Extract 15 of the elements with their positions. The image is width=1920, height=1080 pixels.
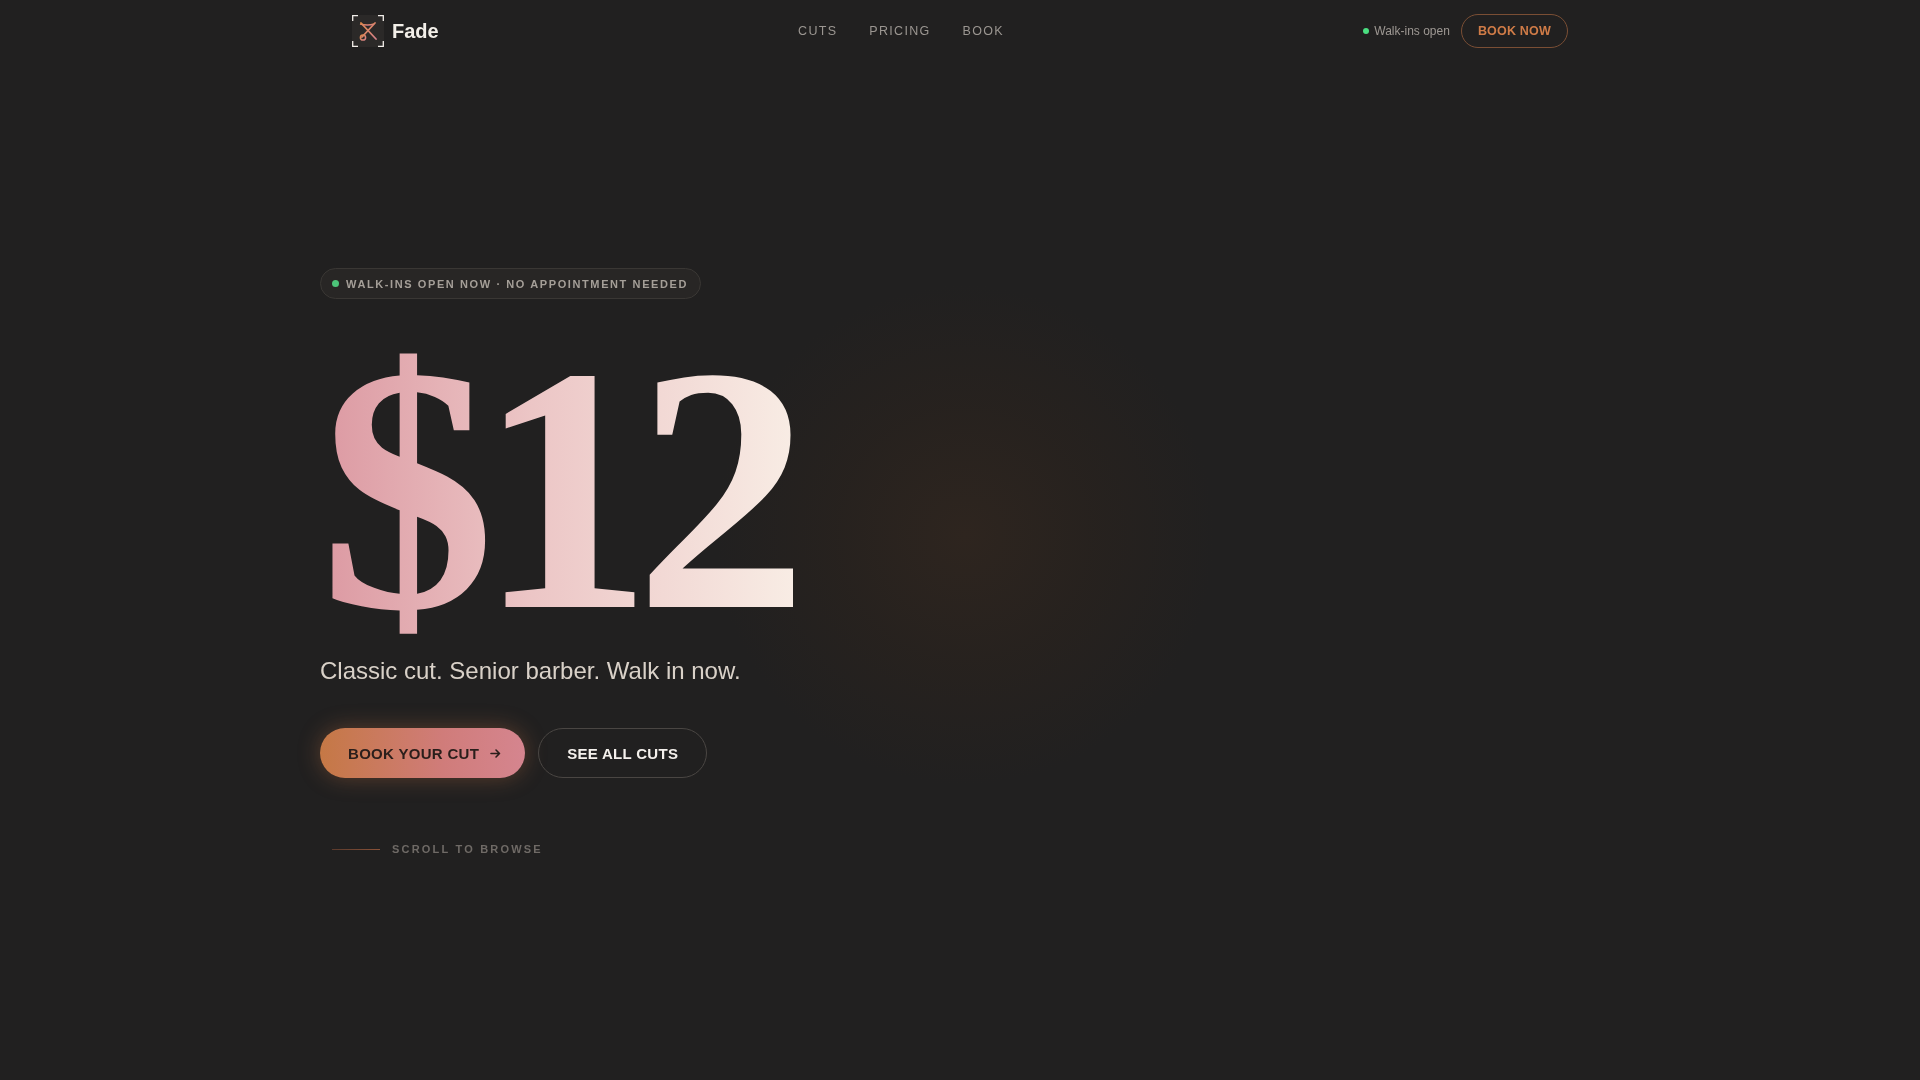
- nav-link[interactable]: BOOK: [962, 24, 1004, 38]
- arrow-icon: [490, 747, 502, 759]
- see-cuts-button[interactable]: SEE ALL CUTS: [538, 728, 708, 778]
- badge-text: WALK-INS OPEN NOW · NO APPOINTMENT NEEDED: [346, 277, 689, 290]
- status-dot-icon: [1363, 28, 1370, 34]
- brand-name: Fade: [392, 19, 439, 43]
- scroll-line: [332, 848, 380, 850]
- nav-link[interactable]: PRICING: [869, 24, 931, 38]
- nav-link[interactable]: CUTS: [798, 24, 838, 38]
- status-dot-icon: [332, 280, 339, 287]
- scissors-icon: [352, 15, 384, 47]
- status-text: Walk-ins open: [1374, 24, 1450, 38]
- tagline: Classic cut. Senior barber. Walk in now.: [320, 656, 741, 686]
- book-cut-button[interactable]: BOOK YOUR CUT: [320, 728, 526, 778]
- scroll-hint: SCROLL TO BROWSE: [392, 843, 543, 855]
